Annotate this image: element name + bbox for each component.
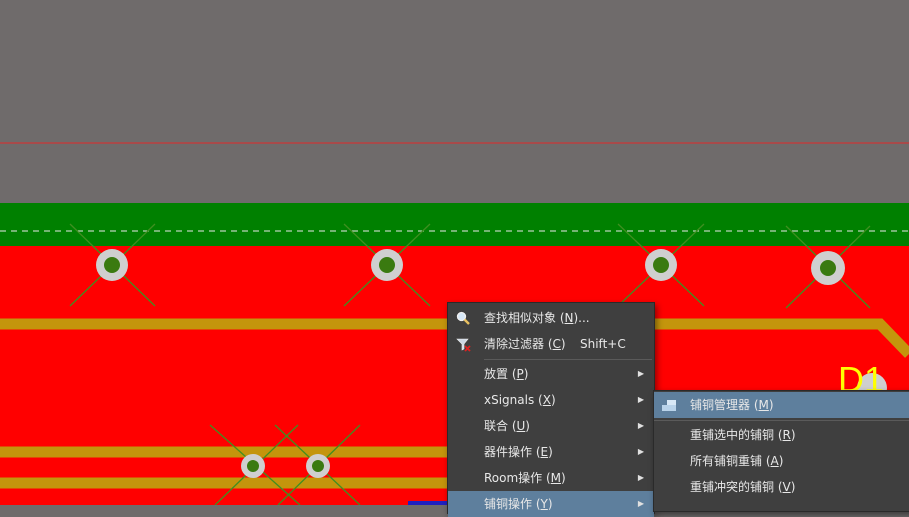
pad xyxy=(306,454,330,478)
submenu-arrow-icon: ▶ xyxy=(637,369,644,378)
pad xyxy=(811,251,845,285)
menu-item-room-actions[interactable]: Room操作 (M) ▶ xyxy=(448,465,654,491)
menu-item-find-similar[interactable]: 查找相似对象 (N)... xyxy=(448,305,654,331)
pad xyxy=(645,249,677,281)
menu-item-component-actions[interactable]: 器件操作 (E) ▶ xyxy=(448,439,654,465)
menu-separator xyxy=(484,359,652,360)
menu-item-repour-all[interactable]: 所有铺铜重铺 (A) xyxy=(654,448,909,474)
menu-item-polygon-actions[interactable]: 铺铜操作 (Y) ▶ xyxy=(448,491,654,517)
menu-item-clear-filter[interactable]: 清除过滤器 (C) Shift+C xyxy=(448,331,654,357)
menu-separator xyxy=(654,420,909,421)
menu-item-polygon-manager[interactable]: 铺铜管理器 (M) xyxy=(654,392,909,418)
pad xyxy=(96,249,128,281)
polygon-actions-submenu: 铺铜管理器 (M) 重铺选中的铺铜 (R) 所有铺铜重铺 (A) 重铺冲突的铺铜… xyxy=(653,390,909,512)
menu-item-repour-violating[interactable]: 重铺冲突的铺铜 (V) xyxy=(654,474,909,500)
clear-filter-icon xyxy=(456,338,471,352)
shortcut-label: Shift+C xyxy=(580,337,626,351)
menu-item-repour-selected[interactable]: 重铺选中的铺铜 (R) xyxy=(654,422,909,448)
magnifier-icon xyxy=(456,311,470,325)
pad xyxy=(371,249,403,281)
pad xyxy=(241,454,265,478)
submenu-arrow-icon: ▶ xyxy=(637,421,644,430)
submenu-arrow-icon: ▶ xyxy=(637,447,644,456)
context-menu: 查找相似对象 (N)... 清除过滤器 (C) Shift+C 放置 (P) ▶… xyxy=(447,302,655,517)
submenu-arrow-icon: ▶ xyxy=(637,395,644,404)
menu-item-union[interactable]: 联合 (U) ▶ xyxy=(448,413,654,439)
selection-edge xyxy=(408,501,448,505)
keepout-band xyxy=(0,203,909,246)
menu-item-xsignals[interactable]: xSignals (X) ▶ xyxy=(448,387,654,413)
polygon-manager-icon xyxy=(662,400,676,411)
submenu-arrow-icon: ▶ xyxy=(637,499,644,508)
menu-item-place[interactable]: 放置 (P) ▶ xyxy=(448,361,654,387)
submenu-arrow-icon: ▶ xyxy=(637,473,644,482)
